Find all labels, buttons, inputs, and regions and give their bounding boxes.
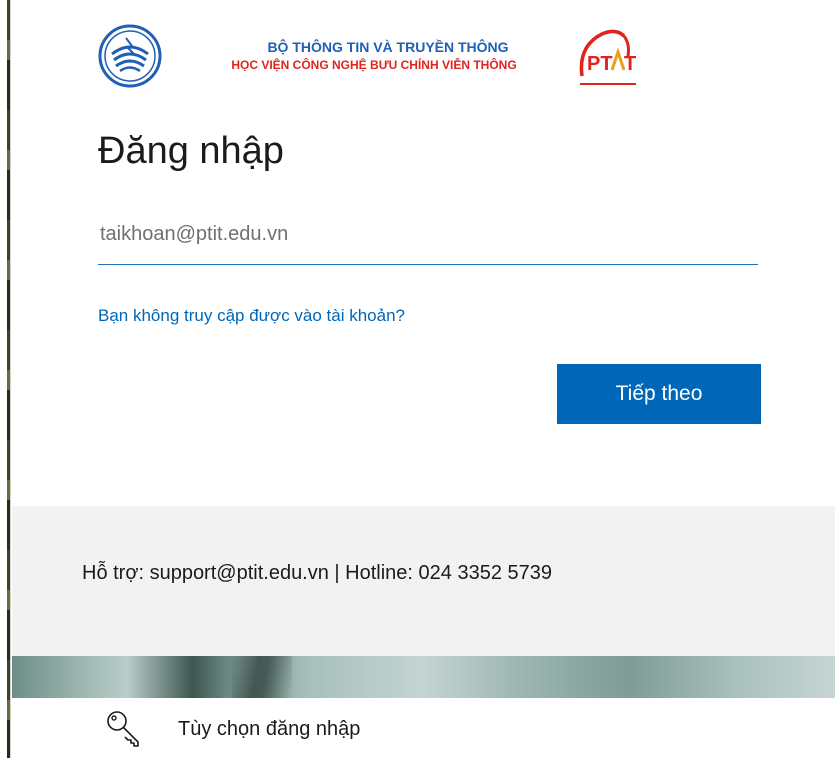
signin-options-label: Tùy chọn đăng nhập xyxy=(178,718,361,740)
support-info: Hỗ trợ: support@ptit.edu.vn | Hotline: 0… xyxy=(82,562,553,584)
signin-page: BỘ THÔNG TIN VÀ TRUYỀN THÔNG HỌC VIỆN CÔ… xyxy=(0,0,835,758)
ministry-emblem-icon xyxy=(98,24,162,88)
cant-access-account-link[interactable]: Bạn không truy cập được vào tài khoản? xyxy=(98,306,405,326)
email-field[interactable] xyxy=(98,210,760,258)
ptit-logo-icon: PT T xyxy=(579,29,636,85)
email-field-wrapper xyxy=(98,210,760,265)
support-band: Hỗ trợ: support@ptit.edu.vn | Hotline: 0… xyxy=(12,506,835,656)
org-academy-name: HỌC VIỆN CÔNG NGHỆ BƯU CHÍNH VIỄN THÔNG xyxy=(231,58,517,72)
svg-text:T: T xyxy=(624,53,636,75)
left-edge-strip xyxy=(0,0,12,758)
org-ministry-name: BỘ THÔNG TIN VÀ TRUYỀN THÔNG xyxy=(267,39,509,55)
svg-text:PT: PT xyxy=(587,53,613,75)
org-name: BỘ THÔNG TIN VÀ TRUYỀN THÔNG HỌC VIỆN CÔ… xyxy=(174,38,574,74)
signin-card: BỘ THÔNG TIN VÀ TRUYỀN THÔNG HỌC VIỆN CÔ… xyxy=(12,0,835,505)
background-image-strip xyxy=(12,656,835,698)
next-button[interactable]: Tiếp theo xyxy=(557,364,761,424)
key-icon xyxy=(107,711,139,747)
page-title: Đăng nhập xyxy=(98,130,284,172)
header-logos: BỘ THÔNG TIN VÀ TRUYỀN THÔNG HỌC VIỆN CÔ… xyxy=(98,24,658,94)
signin-options-button[interactable]: Tùy chọn đăng nhập xyxy=(12,698,835,758)
